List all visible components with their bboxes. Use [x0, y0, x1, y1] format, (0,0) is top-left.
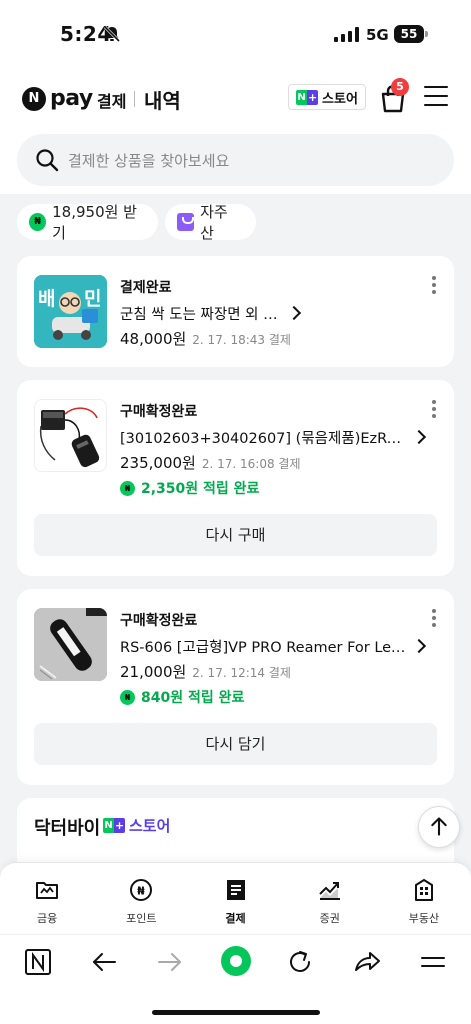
home-indicator: [152, 1010, 320, 1015]
order-status: 구매확정완료: [120, 404, 198, 420]
signal-icon: [334, 27, 359, 42]
finance-folder-icon: [36, 882, 59, 899]
product-name[interactable]: RS-606 [고급형]VP PRO Reamer For Lexa...: [120, 636, 410, 657]
nav-point[interactable]: ₦ 포인트: [94, 863, 188, 934]
order-price-row: 21,000원 2. 17. 12:14 결제: [120, 661, 291, 682]
bottom-navigation: 금융 ₦ 포인트 결제 증권 부동산: [0, 862, 471, 934]
frequent-purchase-label: 자주 산: [200, 203, 228, 242]
svg-text:민: 민: [84, 288, 101, 310]
point-receive-chip[interactable]: ₦ 18,950원 받기: [17, 203, 158, 242]
product-thumbnail[interactable]: 배 민: [34, 275, 107, 348]
chevron-right-icon: [411, 638, 427, 654]
order-date: 2. 17. 16:08 결제: [201, 457, 301, 471]
header-subtitle: 결제: [97, 92, 127, 111]
search-icon: [36, 149, 59, 172]
chevron-right-icon: [411, 429, 427, 445]
status-bar: 5:24 5G 55: [0, 0, 471, 66]
point-reward-label: 840원 적립 완료: [141, 690, 245, 706]
svg-text:배: 배: [38, 288, 55, 310]
building-icon: [414, 879, 433, 901]
npay-logo[interactable]: N pay: [22, 86, 93, 111]
nav-label: 포인트: [126, 912, 157, 925]
nav-finance[interactable]: 금융: [0, 863, 94, 934]
naver-point-icon: ₦: [29, 213, 47, 231]
order-card[interactable]: 구매확정완료 [30102603+30402607] (묶음제품)EzRun .…: [17, 380, 454, 576]
naver-point-icon: ₦: [120, 689, 135, 705]
buy-again-button[interactable]: 다시 구매: [34, 514, 437, 556]
naver-plus-icon: N +: [296, 89, 319, 105]
scroll-to-top-button[interactable]: [418, 806, 460, 848]
order-price: 235,000원: [120, 454, 196, 472]
receipt-icon: [226, 880, 245, 900]
page-title: 내역: [144, 89, 181, 113]
chevron-right-icon: [286, 305, 302, 321]
product-name[interactable]: [30102603+30402607] (묶음제품)EzRun ...: [120, 427, 410, 448]
more-options-icon[interactable]: [432, 400, 436, 418]
nav-stock[interactable]: 증권: [283, 863, 377, 934]
order-card[interactable]: 구매확정완료 RS-606 [고급형]VP PRO Reamer For Lex…: [17, 589, 454, 785]
section-store-badge[interactable]: N + 스토어: [103, 815, 170, 836]
network-type: 5G: [366, 26, 389, 44]
order-date: 2. 17. 12:14 결제: [192, 666, 291, 680]
back-arrow-icon[interactable]: [89, 947, 119, 977]
product-name[interactable]: 군침 싹 도는 짜장면 외 2개: [120, 303, 285, 324]
search-area: 결제한 상품을 찾아보세요: [0, 126, 471, 194]
order-price-row: 48,000원 2. 17. 18:43 결제: [120, 328, 291, 349]
frequent-purchase-chip[interactable]: 자주 산: [165, 203, 256, 242]
point-reward: ₦ 2,350원 적립 완료: [120, 478, 259, 498]
nav-real-estate[interactable]: 부동산: [377, 863, 471, 934]
order-date: 2. 17. 18:43 결제: [192, 333, 291, 347]
stock-chart-icon: [318, 882, 340, 900]
more-options-icon[interactable]: [432, 609, 436, 627]
naver-home-icon[interactable]: [23, 947, 53, 977]
order-status: 결제완료: [120, 280, 172, 296]
menu-icon[interactable]: [418, 947, 448, 977]
add-to-cart-again-button[interactable]: 다시 담기: [34, 723, 437, 765]
refresh-icon[interactable]: [285, 947, 315, 977]
cart-count-badge: 5: [391, 78, 409, 96]
naver-plus-store-button[interactable]: N + 스토어: [288, 84, 366, 110]
store-label: 스토어: [322, 91, 358, 107]
reamer-tool-image: [34, 608, 107, 681]
section-store-label: 스토어: [129, 817, 171, 835]
npay-pay-word: pay: [50, 86, 93, 111]
forward-arrow-icon[interactable]: [155, 947, 185, 977]
battery-icon: 55: [394, 25, 428, 43]
order-card[interactable]: 배 민 결제완료 군침 싹 도는 짜장면 외 2개 48,000원 2. 17. …: [17, 256, 454, 367]
point-receive-label: 18,950원 받기: [52, 203, 137, 242]
green-dot-home-icon[interactable]: [219, 944, 253, 978]
naver-point-icon: ₦: [120, 480, 135, 496]
esc-motor-image: [35, 400, 106, 471]
product-thumbnail[interactable]: [34, 399, 107, 472]
shopping-bag-icon: [177, 213, 195, 231]
menu-icon[interactable]: [424, 86, 448, 108]
npay-n-icon: N: [22, 86, 46, 111]
point-coin-icon: ₦: [130, 879, 153, 901]
product-thumbnail[interactable]: [34, 608, 107, 681]
order-status: 구매확정완료: [120, 613, 198, 629]
search-input[interactable]: 결제한 상품을 찾아보세요: [17, 134, 454, 186]
search-placeholder: 결제한 상품을 찾아보세요: [68, 152, 230, 170]
naver-plus-icon: N +: [103, 818, 125, 833]
order-price: 48,000원: [120, 330, 187, 348]
nav-payment[interactable]: 결제: [188, 863, 282, 934]
more-options-icon[interactable]: [432, 276, 436, 294]
nav-label: 결제: [225, 912, 246, 925]
order-price: 21,000원: [120, 663, 187, 681]
section-title: 닥터바이: [34, 818, 101, 839]
baemin-logo-image: 배 민: [34, 275, 107, 348]
header-divider: [134, 91, 135, 107]
nav-label: 금융: [36, 912, 58, 925]
svg-text:₦: ₦: [137, 885, 145, 898]
point-reward-label: 2,350원 적립 완료: [141, 481, 260, 497]
point-reward: ₦ 840원 적립 완료: [120, 687, 244, 707]
nav-label: 부동산: [408, 912, 440, 925]
share-icon[interactable]: [352, 947, 382, 977]
bell-off-icon: [103, 25, 121, 43]
order-price-row: 235,000원 2. 17. 16:08 결제: [120, 452, 300, 473]
nav-label: 증권: [319, 912, 340, 925]
app-header: N pay 결제 내역 N + 스토어 5: [0, 66, 471, 126]
